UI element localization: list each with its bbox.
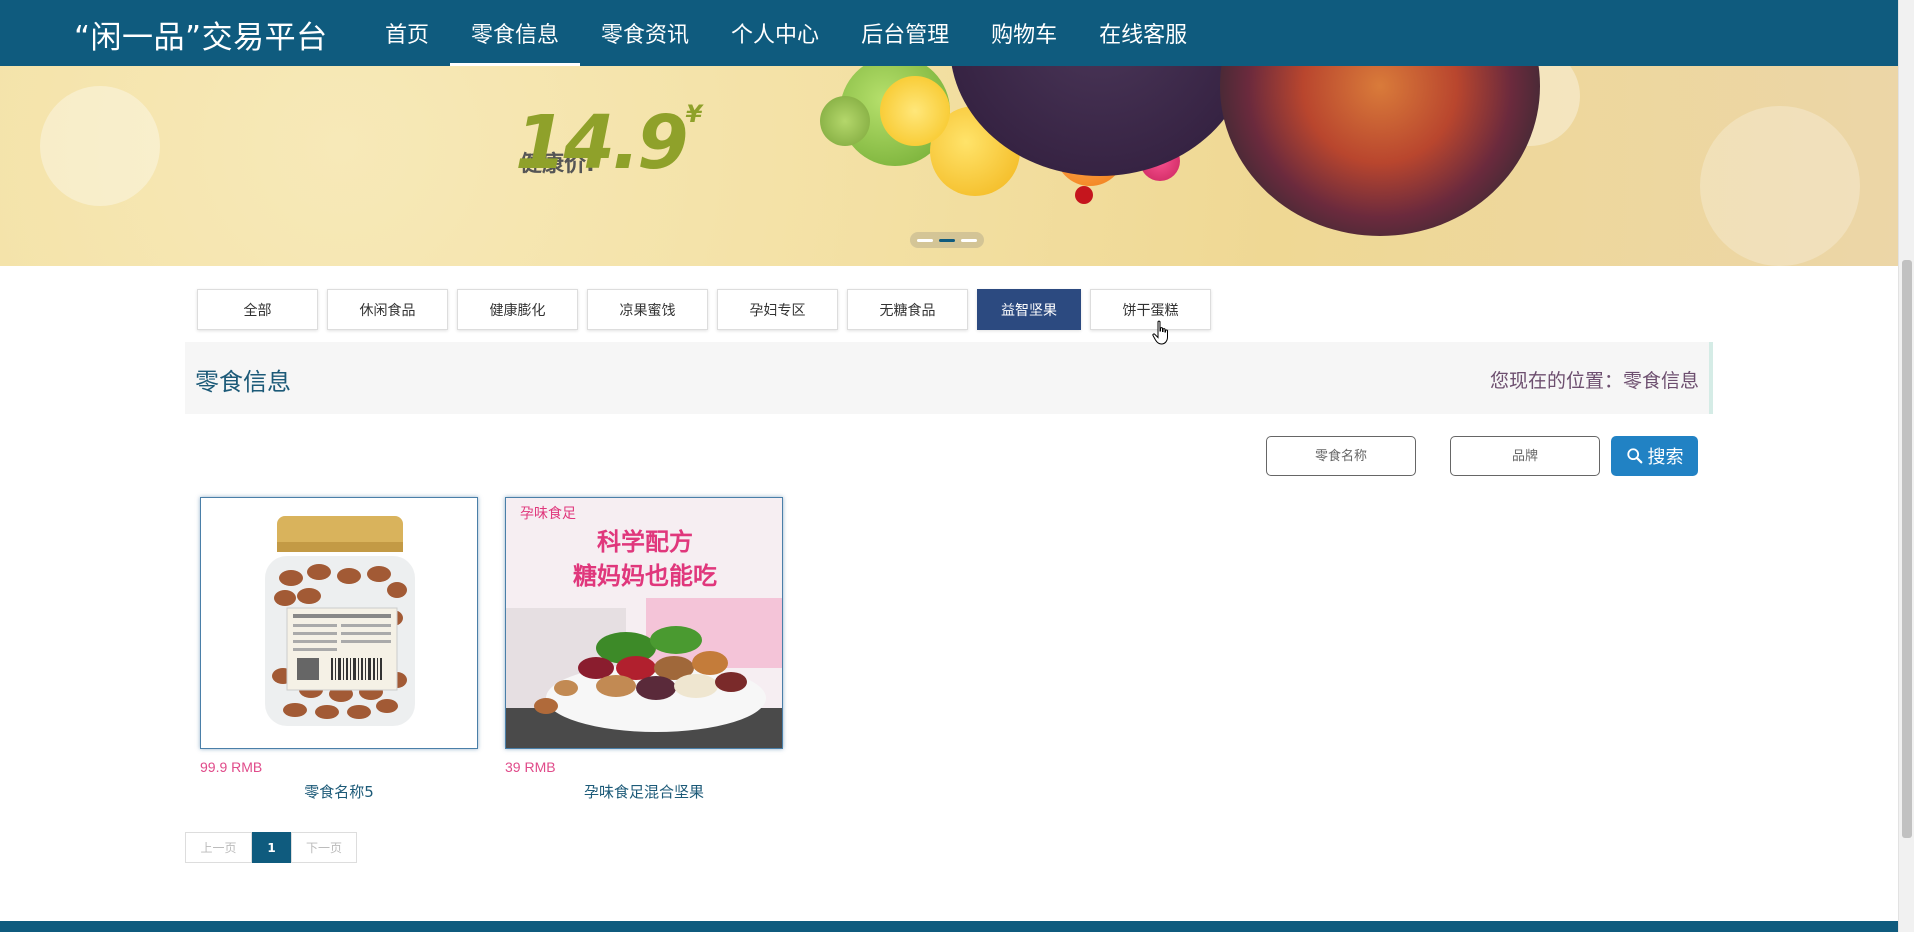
nav-snack-news[interactable]: 零食资讯 (580, 0, 710, 66)
next-page-button[interactable]: 下一页 (291, 832, 357, 863)
product-card[interactable]: 孕味食足 科学配方 糖妈妈也能吃 39 RMB 孕味食足混合坚果 (505, 497, 783, 802)
product-image-almond-jar[interactable] (200, 497, 478, 749)
product-name[interactable]: 孕味食足混合坚果 (505, 781, 783, 802)
hand-cursor-icon (1152, 320, 1168, 345)
scrollbar-thumb[interactable] (1902, 260, 1912, 838)
banner-carousel[interactable]: 健康价: 14.9¥ (0, 66, 1898, 266)
product-tagline-2: 糖妈妈也能吃 (573, 562, 717, 590)
footer-bar (0, 921, 1898, 932)
search-icon (1626, 448, 1642, 464)
nav-cart[interactable]: 购物车 (970, 0, 1078, 66)
nav-home[interactable]: 首页 (364, 0, 450, 66)
product-brand-text: 孕味食足 (520, 505, 576, 522)
fruit-tin-image (1220, 66, 1540, 236)
category-all[interactable]: 全部 (197, 289, 318, 330)
main-nav: 首页 零食信息 零食资讯 个人中心 后台管理 购物车 在线客服 (364, 0, 1208, 66)
snack-name-input[interactable] (1266, 436, 1416, 476)
product-card[interactable]: 99.9 RMB 零食名称5 (200, 497, 478, 802)
section-header: 零食信息 您现在的位置：零食信息 (185, 342, 1713, 414)
breadcrumb: 您现在的位置：零食信息 (1489, 370, 1699, 392)
category-preserves[interactable]: 凉果蜜饯 (587, 289, 708, 330)
search-button[interactable]: 搜索 (1611, 436, 1698, 476)
nav-snack-info[interactable]: 零食信息 (450, 0, 581, 66)
carousel-dot[interactable] (961, 238, 977, 242)
cherry-image (1075, 186, 1093, 204)
carousel-dot-active[interactable] (939, 238, 955, 242)
carousel-indicators (910, 232, 984, 248)
bokeh-decoration (1700, 106, 1860, 266)
page-scrollbar[interactable] (1898, 0, 1914, 932)
product-tagline-1: 科学配方 (597, 528, 693, 556)
carousel-dot[interactable] (917, 238, 933, 242)
site-brand[interactable]: “闲一品”交易平台 (74, 12, 328, 57)
prev-page-button[interactable]: 上一页 (185, 832, 252, 863)
category-sugar-free[interactable]: 无糖食品 (847, 289, 968, 330)
grapes-image (820, 96, 870, 146)
category-biscuits[interactable]: 饼干蛋糕 (1090, 289, 1211, 330)
current-page[interactable]: 1 (252, 832, 291, 863)
category-filter: 全部 休闲食品 健康膨化 凉果蜜饯 孕妇专区 无糖食品 益智坚果 饼干蛋糕 (197, 289, 1211, 330)
nav-customer-service[interactable]: 在线客服 (1078, 0, 1208, 66)
top-nav-bar: “闲一品”交易平台 首页 零食信息 零食资讯 个人中心 后台管理 购物车 在线客… (0, 0, 1898, 66)
pagination: 上一页 1 下一页 (185, 832, 357, 863)
nav-admin[interactable]: 后台管理 (840, 0, 970, 66)
nav-personal-center[interactable]: 个人中心 (710, 0, 840, 66)
bokeh-decoration (40, 86, 160, 206)
page-title: 零食信息 (195, 368, 291, 396)
category-nuts[interactable]: 益智坚果 (977, 289, 1081, 330)
brand-input[interactable] (1450, 436, 1600, 476)
product-price: 99.9 RMB (200, 759, 263, 775)
search-button-label: 搜索 (1647, 447, 1684, 468)
product-image-mixed-nuts[interactable]: 孕味食足 科学配方 糖妈妈也能吃 (505, 497, 783, 749)
lemon-image (880, 76, 950, 146)
category-maternity[interactable]: 孕妇专区 (717, 289, 838, 330)
product-name[interactable]: 零食名称5 (200, 781, 478, 802)
category-puffed[interactable]: 健康膨化 (457, 289, 578, 330)
banner-price: 14.9¥ (515, 100, 702, 186)
product-price: 39 RMB (505, 759, 556, 775)
category-snacks[interactable]: 休闲食品 (327, 289, 448, 330)
